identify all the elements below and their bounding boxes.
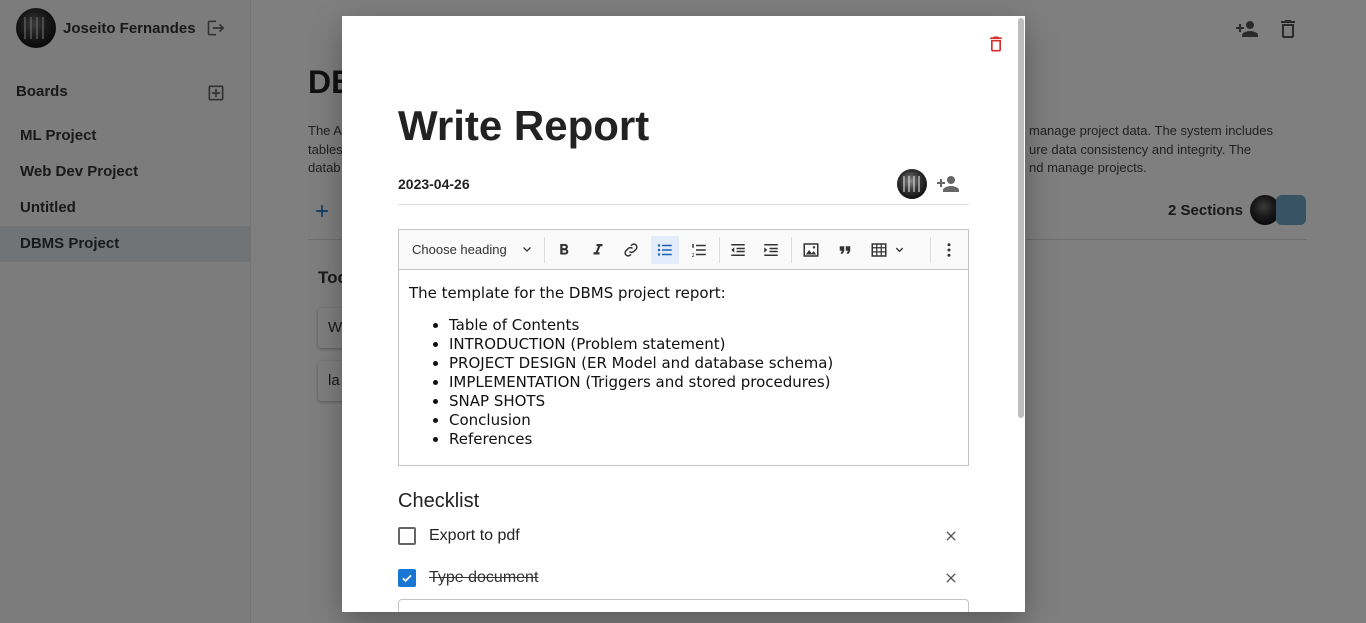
close-icon[interactable] [943, 528, 959, 544]
bold-button[interactable] [550, 236, 578, 264]
editor-bullet-list: Table of Contents INTRODUCTION (Problem … [409, 316, 958, 449]
indent-icon [764, 244, 778, 256]
blockquote-button[interactable] [831, 236, 859, 264]
image-icon [803, 243, 819, 257]
avatar [897, 169, 927, 199]
link-button[interactable] [617, 236, 645, 264]
check-icon [402, 574, 412, 583]
italic-icon [593, 244, 603, 255]
list-item: IMPLEMENTATION (Triggers and stored proc… [449, 373, 958, 392]
editor-content[interactable]: The template for the DBMS project report… [399, 270, 968, 449]
bulleted-list-icon [657, 244, 672, 256]
list-item: Table of Contents [449, 316, 958, 335]
editor-toolbar: Choose heading 2 [399, 230, 968, 270]
checklist-item: Type document [398, 566, 969, 590]
list-item: SNAP SHOTS [449, 392, 958, 411]
checklist-item: Export to pdf [398, 524, 969, 548]
checkbox[interactable] [398, 527, 416, 545]
checklist-item-label[interactable]: Export to pdf [429, 527, 520, 545]
chevron-down-icon[interactable] [894, 244, 905, 255]
list-item: INTRODUCTION (Problem statement) [449, 335, 958, 354]
outdent-icon [731, 244, 745, 256]
numbered-list-icon: 2 [692, 244, 706, 259]
close-icon[interactable] [943, 570, 959, 586]
toolbar-separator [719, 237, 720, 263]
add-person-icon[interactable] [935, 172, 961, 196]
more-vertical-icon [947, 243, 951, 257]
task-modal: Write Report 2023-04-26 Choose heading 2 [342, 16, 1025, 612]
toolbar-separator [791, 237, 792, 263]
list-item: Conclusion [449, 411, 958, 430]
heading-dropdown[interactable]: Choose heading [412, 242, 507, 257]
editor-paragraph: The template for the DBMS project report… [409, 284, 726, 302]
task-title[interactable]: Write Report [398, 102, 649, 150]
quote-icon [839, 246, 851, 254]
insert-table-button[interactable] [865, 236, 893, 264]
toolbar-separator [544, 237, 545, 263]
bold-icon [560, 244, 569, 255]
italic-button[interactable] [584, 236, 612, 264]
more-options-button[interactable] [935, 236, 963, 264]
bulleted-list-button[interactable] [651, 236, 679, 264]
checkbox-checked[interactable] [398, 569, 416, 587]
chevron-down-icon[interactable] [521, 243, 533, 255]
insert-image-button[interactable] [797, 236, 825, 264]
outdent-button[interactable] [724, 236, 752, 264]
list-item: References [449, 430, 958, 449]
rich-text-editor[interactable]: Choose heading 2 The template for the DB… [398, 229, 969, 466]
svg-text:2: 2 [692, 253, 695, 259]
task-date[interactable]: 2023-04-26 [398, 176, 470, 192]
scrollbar[interactable] [1018, 18, 1024, 418]
delete-icon[interactable] [986, 33, 1006, 55]
numbered-list-button[interactable]: 2 [685, 236, 713, 264]
list-item: PROJECT DESIGN (ER Model and database sc… [449, 354, 958, 373]
indent-button[interactable] [757, 236, 785, 264]
checklist-title: Checklist [398, 490, 480, 512]
table-icon [871, 243, 887, 257]
toolbar-separator [930, 237, 931, 263]
new-checklist-item-input[interactable] [398, 599, 969, 612]
checklist-item-label[interactable]: Type document [429, 569, 538, 587]
divider [398, 204, 969, 205]
link-icon [624, 243, 638, 257]
